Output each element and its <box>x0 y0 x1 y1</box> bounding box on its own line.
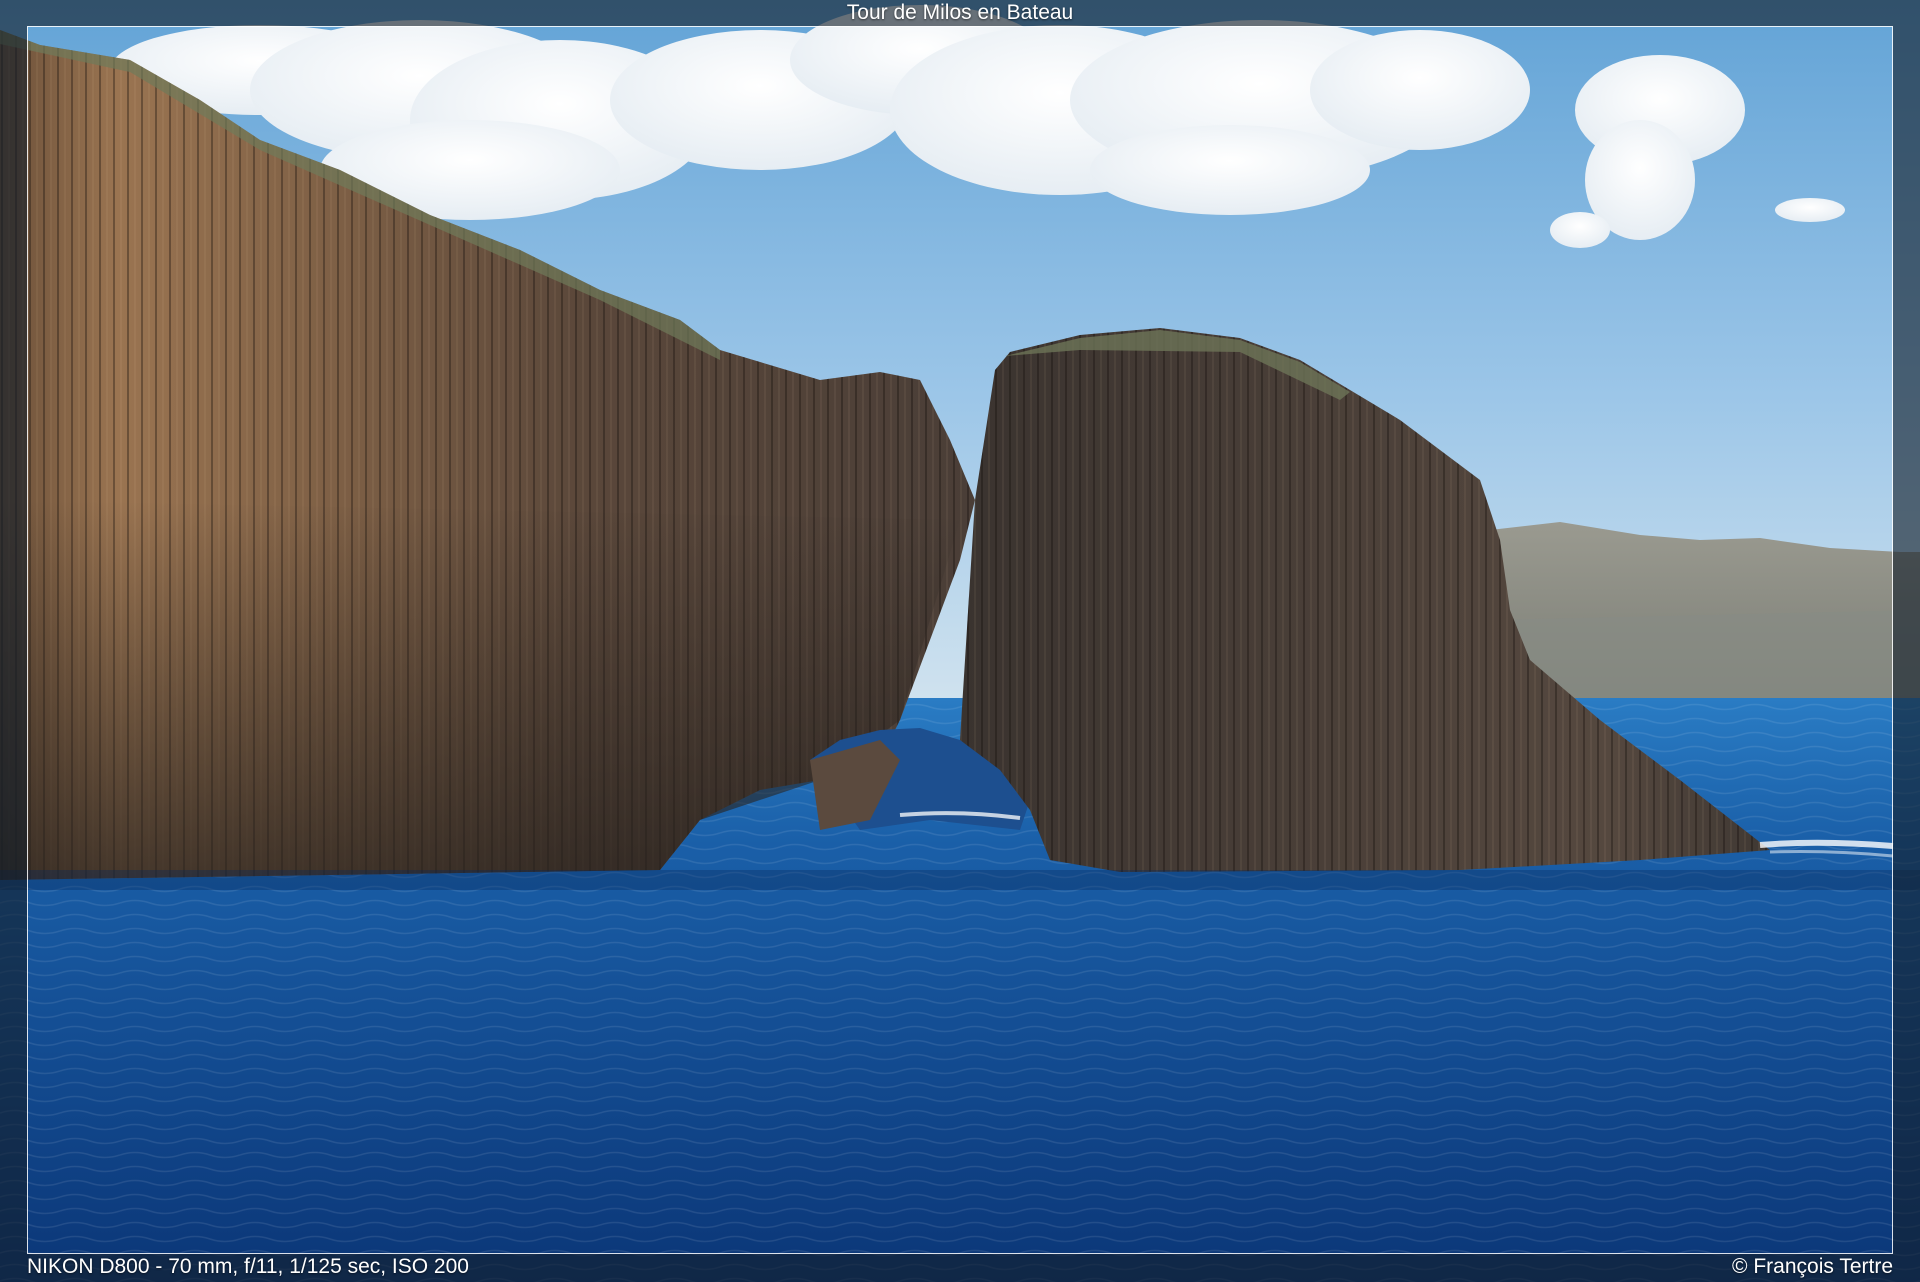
viewer-right-margin <box>1893 26 1920 1254</box>
photo-title: Tour de Milos en Bateau <box>846 1 1074 24</box>
exif-info: NIKON D800 - 70 mm, f/11, 1/125 sec, ISO… <box>27 1255 469 1278</box>
photo-viewer: Tour de Milos en Bateau NIKON D800 - 70 … <box>0 0 1920 1282</box>
seascape-photo <box>0 0 1920 1282</box>
viewer-left-margin <box>0 26 27 1254</box>
photo-credit: © François Tertre <box>1732 1255 1893 1278</box>
